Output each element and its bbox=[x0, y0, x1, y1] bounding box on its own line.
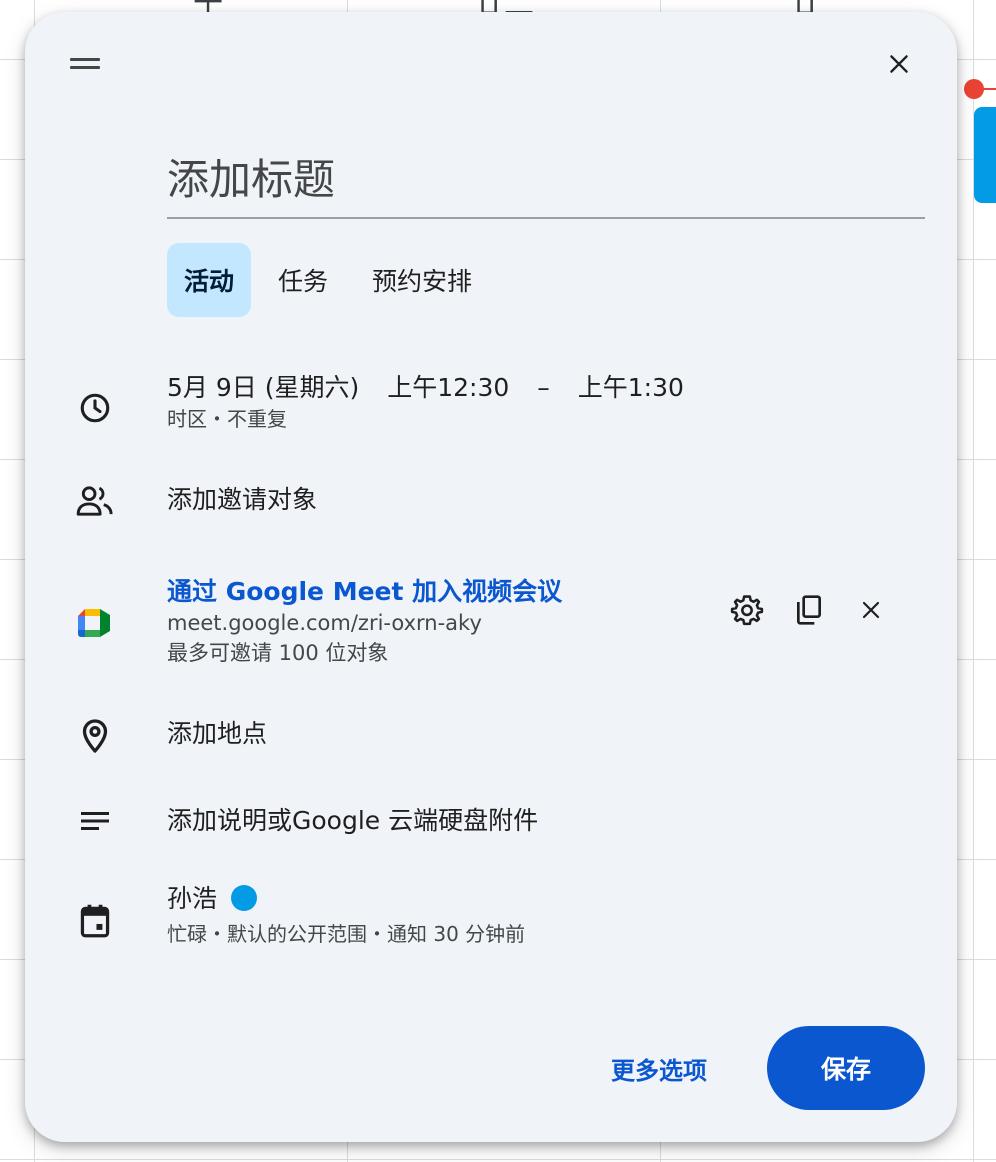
add-guests-field[interactable]: 添加邀请对象 bbox=[167, 484, 317, 516]
tab-appointment-schedule[interactable]: 预约安排 bbox=[355, 243, 489, 317]
clock-icon bbox=[75, 388, 115, 428]
more-options-button[interactable]: 更多选项 bbox=[595, 1028, 723, 1108]
add-description-field[interactable]: 添加说明或Google 云端硬盘附件 bbox=[167, 805, 538, 837]
copy-meet-link-button[interactable] bbox=[787, 588, 831, 632]
event-type-tabs: 活动 任务 预约安排 bbox=[167, 243, 489, 317]
timezone-recurrence-link[interactable]: 时区・不重复 bbox=[167, 404, 684, 434]
gear-icon bbox=[730, 595, 764, 626]
save-button[interactable]: 保存 bbox=[767, 1026, 925, 1110]
tab-event[interactable]: 活动 bbox=[167, 243, 252, 317]
calendar-icon bbox=[75, 901, 115, 941]
datetime-line: 5月 9日 (星期六) 上午12:30– 上午1:30 bbox=[167, 372, 684, 404]
remove-meet-button[interactable] bbox=[849, 588, 893, 632]
calendar-color-dot bbox=[231, 885, 258, 911]
meet-actions bbox=[725, 588, 893, 632]
close-icon bbox=[890, 55, 908, 73]
location-pin-icon bbox=[75, 716, 115, 756]
meet-url: meet.google.com/zri-oxrn-aky bbox=[167, 611, 482, 635]
copy-icon bbox=[797, 595, 821, 625]
drag-handle-icon[interactable] bbox=[70, 58, 100, 74]
event-start-time[interactable]: 上午12:30 bbox=[387, 373, 509, 402]
calendar-event-chip[interactable] bbox=[974, 107, 996, 203]
meet-section: 通过 Google Meet 加入视频会议 meet.google.com/zr… bbox=[167, 576, 562, 668]
close-button[interactable] bbox=[875, 40, 923, 88]
quick-create-dialog: 活动 任务 预约安排 5月 9日 (星期六) 上午12:30–上午1:30 时区・… bbox=[25, 12, 957, 1142]
meet-guest-limit: 最多可邀请 100 位对象 bbox=[167, 641, 389, 665]
current-time-indicator bbox=[964, 79, 984, 99]
tab-task[interactable]: 任务 bbox=[261, 243, 345, 317]
meet-settings-button[interactable] bbox=[725, 588, 769, 632]
google-meet-icon bbox=[75, 603, 115, 643]
calendar-details-link[interactable]: 忙碌・默认的公开范围・通知 30 分钟前 bbox=[167, 919, 525, 949]
calendar-selector[interactable]: 孙浩 bbox=[167, 883, 525, 915]
add-location-field[interactable]: 添加地点 bbox=[167, 718, 267, 750]
calendar-section: 孙浩 忙碌・默认的公开范围・通知 30 分钟前 bbox=[167, 883, 525, 949]
people-icon bbox=[75, 481, 115, 521]
notes-icon bbox=[75, 801, 115, 841]
join-meet-link[interactable]: 通过 Google Meet 加入视频会议 bbox=[167, 576, 562, 608]
event-end-time[interactable]: 上午1:30 bbox=[578, 373, 684, 402]
close-icon bbox=[862, 601, 880, 619]
event-date[interactable]: 5月 9日 (星期六) bbox=[167, 373, 359, 402]
time-separator: – bbox=[537, 373, 550, 402]
datetime-section: 5月 9日 (星期六) 上午12:30– 上午1:30 时区・不重复 bbox=[167, 372, 684, 434]
calendar-owner: 孙浩 bbox=[167, 884, 218, 913]
event-title-input[interactable] bbox=[167, 142, 925, 219]
